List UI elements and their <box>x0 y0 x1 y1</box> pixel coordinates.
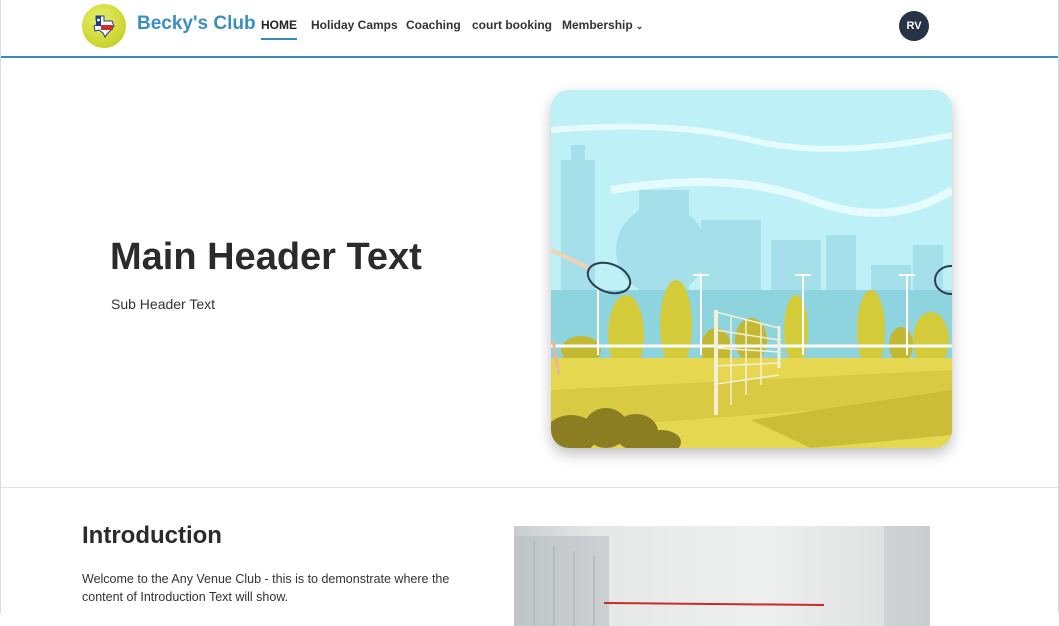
nav-court-booking[interactable]: court booking <box>472 18 552 32</box>
nav-home[interactable]: HOME <box>261 18 297 40</box>
avatar-initials: RV <box>906 20 922 32</box>
hero-title: Main Header Text <box>110 236 422 278</box>
nav-coaching[interactable]: Coaching <box>406 18 461 32</box>
intro-squash-court-image <box>514 526 930 626</box>
nav-holiday-camps[interactable]: Holiday Camps <box>311 18 398 32</box>
texas-flag-logo-icon <box>93 15 115 38</box>
tennis-court-illustration-icon <box>551 90 952 448</box>
club-logo[interactable] <box>82 4 126 48</box>
user-avatar[interactable]: RV <box>899 11 929 41</box>
squash-court-photo-icon <box>514 526 930 626</box>
intro-text: Welcome to the Any Venue Club - this is … <box>82 572 450 604</box>
nav-membership[interactable]: Membership ⌄ <box>562 18 643 32</box>
hero-tennis-illustration <box>551 90 952 448</box>
nav-membership-label: Membership <box>562 18 633 32</box>
hero-subtitle: Sub Header Text <box>111 296 216 312</box>
intro-title: Introduction <box>82 522 222 549</box>
section-divider <box>0 487 1059 488</box>
brand-name[interactable]: Becky's Club <box>137 13 256 35</box>
top-navigation-bar: Becky's Club HOME Holiday Camps Coaching… <box>0 0 1059 58</box>
chevron-down-icon: ⌄ <box>635 21 644 31</box>
